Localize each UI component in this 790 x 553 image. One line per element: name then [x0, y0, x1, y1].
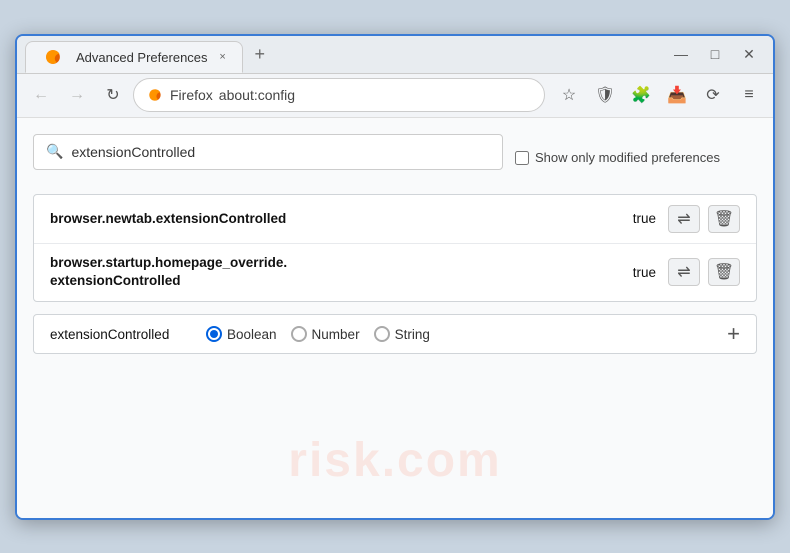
extension-icon: 🧩 — [631, 85, 651, 105]
search-container[interactable]: 🔍 extensionControlled — [33, 134, 503, 170]
table-row: browser.newtab.extensionControlled true … — [34, 195, 756, 244]
delete-icon: 🗑 — [714, 209, 734, 229]
downloads-icon: 📥 — [667, 85, 687, 105]
browser-tab[interactable]: Advanced Preferences × — [25, 41, 243, 73]
forward-button[interactable]: → — [61, 79, 93, 111]
delete-pref-2-button[interactable]: 🗑 — [708, 258, 740, 286]
url-display: about:config — [219, 87, 295, 103]
watermark: risk.com — [288, 433, 501, 488]
shield-icon: 🛡 — [595, 85, 615, 105]
toolbar-icons: ☆ 🛡 🧩 📥 ⟳ ≡ — [553, 79, 765, 111]
type-boolean-option[interactable]: Boolean — [206, 326, 277, 342]
new-tab-button[interactable]: + — [247, 44, 274, 65]
reload-button[interactable]: ↻ — [97, 79, 129, 111]
number-radio-indicator — [291, 326, 307, 342]
search-icon: 🔍 — [46, 143, 63, 160]
address-bar[interactable]: Firefox about:config — [133, 78, 545, 112]
back-button[interactable]: ← — [25, 79, 57, 111]
menu-icon: ≡ — [744, 86, 753, 104]
firefox-address-icon — [146, 86, 164, 104]
boolean-radio-indicator — [206, 326, 222, 342]
sync-button[interactable]: ⟳ — [697, 79, 729, 111]
type-radio-group: Boolean Number String — [206, 326, 430, 342]
close-button[interactable]: ✕ — [733, 40, 765, 68]
sync-icon: ⟳ — [706, 85, 719, 105]
minimize-button[interactable]: — — [665, 40, 697, 68]
number-label: Number — [312, 327, 360, 342]
string-label: String — [395, 327, 430, 342]
reset-icon: ⇌ — [677, 209, 690, 229]
prefs-table: browser.newtab.extensionControlled true … — [33, 194, 757, 303]
pref-value-2: true — [633, 265, 656, 280]
search-row: 🔍 extensionControlled Show only modified… — [33, 134, 757, 182]
extension-button[interactable]: 🧩 — [625, 79, 657, 111]
show-modified-label[interactable]: Show only modified preferences — [515, 150, 720, 165]
content-area: 🔍 extensionControlled Show only modified… — [17, 118, 773, 518]
menu-button[interactable]: ≡ — [733, 79, 765, 111]
title-bar: Advanced Preferences × + — □ ✕ — [17, 36, 773, 74]
type-string-option[interactable]: String — [374, 326, 430, 342]
reload-icon: ↻ — [106, 85, 119, 105]
pref-value-1: true — [633, 211, 656, 226]
show-modified-text: Show only modified preferences — [535, 150, 720, 165]
maximize-button[interactable]: □ — [699, 40, 731, 68]
show-modified-checkbox[interactable] — [515, 151, 529, 165]
tab-close-button[interactable]: × — [216, 50, 230, 64]
pref-actions-2: ⇌ 🗑 — [668, 258, 740, 286]
nav-bar: ← → ↻ Firefox about:config ☆ 🛡 🧩 — [17, 74, 773, 118]
forward-icon: → — [69, 86, 85, 104]
browser-window: Advanced Preferences × + — □ ✕ ← → ↻ Fir… — [15, 34, 775, 520]
downloads-button[interactable]: 📥 — [661, 79, 693, 111]
bookmark-button[interactable]: ☆ — [553, 79, 585, 111]
new-pref-name: extensionControlled — [50, 327, 190, 342]
reset-pref-2-button[interactable]: ⇌ — [668, 258, 700, 286]
shield-button[interactable]: 🛡 — [589, 79, 621, 111]
add-pref-row: extensionControlled Boolean Number Strin… — [33, 314, 757, 354]
string-radio-indicator — [374, 326, 390, 342]
tab-title: Advanced Preferences — [76, 50, 208, 65]
reset-icon-2: ⇌ — [677, 262, 690, 282]
add-pref-button[interactable]: + — [727, 323, 740, 345]
pref-actions-1: ⇌ 🗑 — [668, 205, 740, 233]
type-number-option[interactable]: Number — [291, 326, 360, 342]
pref-name-2: browser.startup.homepage_override. exten… — [50, 254, 625, 292]
delete-icon-2: 🗑 — [714, 262, 734, 282]
pref-name-1: browser.newtab.extensionControlled — [50, 211, 625, 226]
reset-pref-1-button[interactable]: ⇌ — [668, 205, 700, 233]
table-row: browser.startup.homepage_override. exten… — [34, 244, 756, 302]
back-icon: ← — [33, 86, 49, 104]
firefox-tab-icon — [42, 46, 64, 68]
search-input[interactable]: extensionControlled — [71, 144, 490, 160]
boolean-label: Boolean — [227, 327, 277, 342]
delete-pref-1-button[interactable]: 🗑 — [708, 205, 740, 233]
window-controls: — □ ✕ — [665, 40, 765, 68]
bookmark-icon: ☆ — [562, 85, 576, 105]
browser-name-label: Firefox — [170, 87, 213, 103]
